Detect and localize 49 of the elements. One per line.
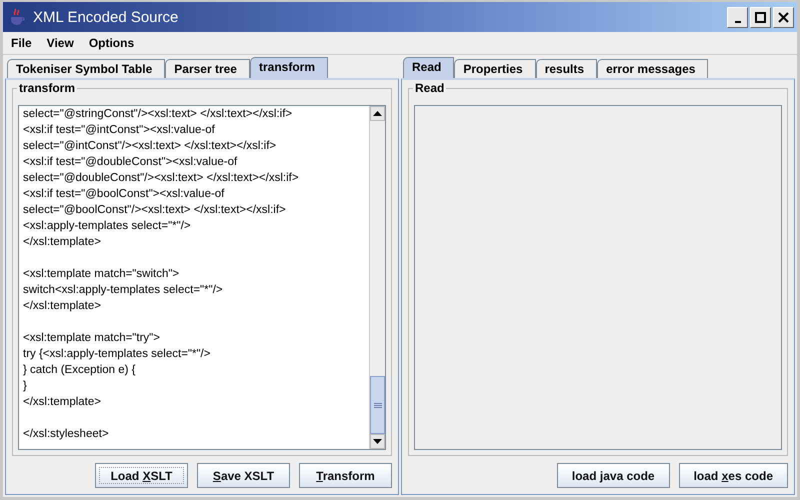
button[interactable]: load java code (556, 463, 670, 488)
code-line: try {<xsl:apply-templates select="*"/> (23, 347, 212, 362)
code-line: select="@stringConst"/><xsl:text> </xsl:text></xsl:if> (23, 107, 294, 122)
close-button[interactable] (773, 6, 794, 28)
window-title: XML Encoded Source (33, 8, 180, 26)
code-line: <xsl:apply-templates select="*"/> (23, 219, 192, 234)
code-line: select="@boolConst"/><xsl:text> </xsl:text></xsl:if> (23, 203, 287, 218)
maximize-button[interactable] (750, 6, 771, 28)
scroll-down-button[interactable] (370, 434, 385, 449)
tab[interactable]: Parser tree (165, 59, 250, 78)
scroll-up-button[interactable] (370, 106, 385, 121)
close-icon (777, 10, 790, 24)
tab[interactable]: results (536, 59, 598, 78)
maximize-icon (754, 10, 767, 24)
up-arrow-icon (373, 111, 382, 116)
button[interactable]: Save XSLT (197, 463, 290, 488)
code-line: <xsl:template match="try"> (23, 331, 161, 346)
code-line: </xsl:template> (23, 395, 102, 410)
scrollbar[interactable] (369, 106, 385, 449)
code-line: </xsl:stylesheet> (23, 427, 110, 442)
menu-item[interactable]: File (11, 36, 32, 50)
menu-item[interactable]: View (46, 36, 74, 50)
code-line: </xsl:template> (23, 235, 102, 250)
code-line: select="@intConst"/><xsl:text> </xsl:text></xsl:if> (23, 139, 278, 154)
group-title: Read (413, 81, 446, 95)
button[interactable]: Transform (299, 463, 392, 488)
code-line: } (23, 379, 28, 394)
code-line: </xsl:template> (23, 299, 102, 314)
code-line: } catch (Exception e) { (23, 363, 137, 378)
tab[interactable]: error messages (597, 59, 708, 78)
code-line: <xsl:if test="@doubleConst"><xsl:value-of (23, 155, 238, 170)
tab[interactable]: transform (250, 57, 328, 78)
code-line: <xsl:template match="switch"> (23, 267, 180, 282)
code-line: <xsl:if test="@boolConst"><xsl:value-of (23, 187, 226, 202)
code-line: switch<xsl:apply-templates select="*"/> (23, 283, 224, 298)
coffee-cup-icon (9, 8, 25, 26)
tab[interactable]: Read (403, 57, 454, 78)
button[interactable]: load xes code (678, 463, 788, 488)
button[interactable]: Load XSLT (95, 463, 188, 488)
tab[interactable]: Tokeniser Symbol Table (7, 59, 166, 78)
tab[interactable]: Properties (454, 59, 536, 78)
menu-item[interactable]: Options (88, 36, 134, 50)
minimize-button[interactable] (727, 6, 748, 28)
group-title: transform (17, 81, 78, 95)
scroll-thumb[interactable] (370, 376, 385, 434)
down-arrow-icon (373, 439, 382, 444)
minimize-icon (734, 20, 740, 22)
code-line: select="@doubleConst"/><xsl:text> </xsl:text></xsl:if> (23, 171, 300, 186)
code-line: <xsl:if test="@intConst"><xsl:value-of (23, 123, 216, 138)
